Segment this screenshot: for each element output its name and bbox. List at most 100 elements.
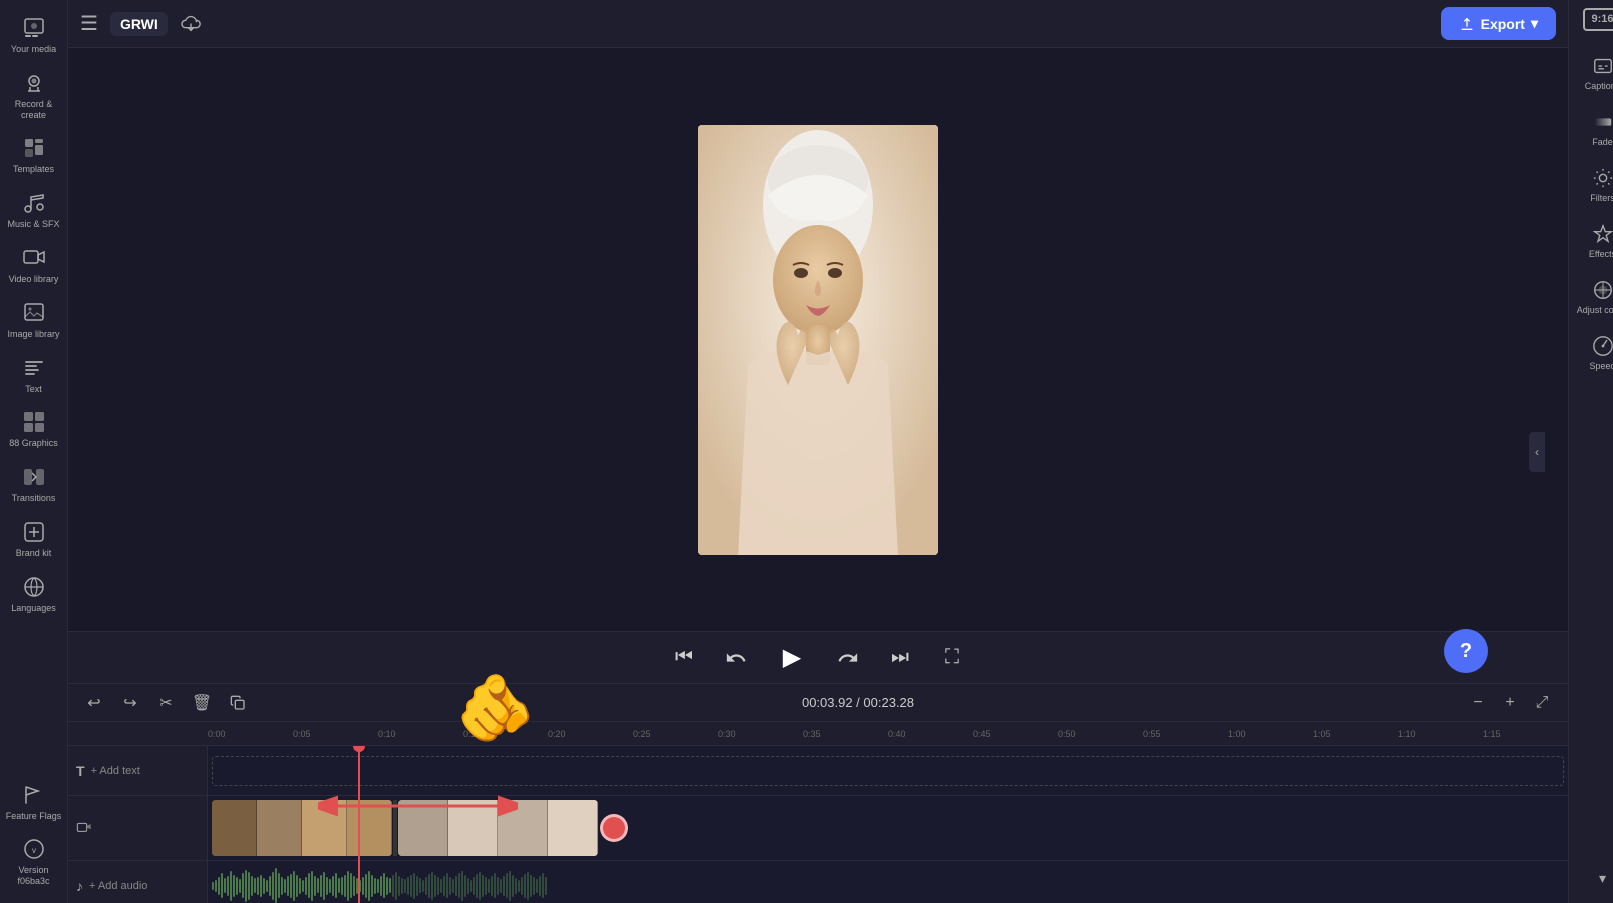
zoom-out-button[interactable]: − [1464, 689, 1492, 717]
sidebar-item-languages[interactable]: Languages [0, 567, 67, 622]
sidebar-item-brand-kit-label: Brand kit [16, 548, 52, 559]
sidebar-item-text[interactable]: Text [0, 348, 67, 403]
undo-button[interactable]: ↩ [80, 689, 108, 717]
redo-button[interactable]: ↪ [116, 689, 144, 717]
right-sidebar-item-adjust-colors[interactable]: Adjust colors [1569, 271, 1613, 323]
ruler-mark-11: 0:55 [1143, 729, 1228, 739]
video-clip-2[interactable] [398, 800, 598, 856]
right-sidebar-item-filters[interactable]: Filters [1569, 159, 1613, 211]
project-title[interactable]: GRWI [110, 12, 168, 36]
fade-icon [1592, 111, 1613, 133]
audio-track-content[interactable] [208, 861, 1568, 903]
audio-track-label: ♪ + Add audio [68, 861, 208, 903]
export-icon [1459, 16, 1475, 32]
sidebar-item-image-library[interactable]: Image library [0, 293, 67, 348]
sidebar-item-transitions-label: Transitions [12, 493, 56, 504]
sidebar-item-music[interactable]: Music & SFX [0, 183, 67, 238]
graphics-icon [22, 410, 46, 434]
forward-5s-button[interactable] [832, 642, 864, 674]
playback-controls: ⏮ ▶ ⏭ ⛶ [68, 631, 1568, 683]
media-icon [22, 16, 46, 40]
effects-label: Effects [1589, 249, 1613, 259]
sidebar-item-record-label: Record &create [15, 99, 53, 121]
hamburger-button[interactable]: ☰ [80, 11, 98, 36]
rewind-5s-button[interactable] [720, 642, 752, 674]
delete-button[interactable]: 🗑 [188, 689, 216, 717]
timeline-toolbar: ↩ ↪ ✂ 🗑 00:03.92 / 00:23.28 − + ⤢ [68, 684, 1568, 722]
video-track-label [68, 796, 208, 860]
adjust-colors-label: Adjust colors [1577, 305, 1613, 315]
music-icon [22, 191, 46, 215]
aspect-ratio-label: 9:16 [1591, 13, 1613, 25]
sidebar-item-video-library[interactable]: Video library [0, 238, 67, 293]
right-sidebar-collapse-btn[interactable]: ▾ [1599, 870, 1606, 887]
zoom-controls: − + ⤢ [1464, 689, 1556, 717]
right-sidebar-item-speed[interactable]: Speed [1569, 327, 1613, 379]
sidebar-item-image-library-label: Image library [7, 329, 59, 340]
right-sidebar-item-captions[interactable]: Captions [1569, 47, 1613, 99]
captions-icon [1592, 55, 1613, 77]
sidebar-item-music-label: Music & SFX [7, 219, 59, 230]
sidebar-item-text-label: Text [25, 384, 42, 395]
collapse-panel-button[interactable]: ‹ [1529, 432, 1545, 472]
playhead[interactable] [358, 746, 360, 903]
export-button[interactable]: Export ▾ [1441, 7, 1556, 40]
sidebar-item-languages-label: Languages [11, 603, 56, 614]
record-icon [22, 71, 46, 95]
clip-frames-2 [398, 800, 598, 856]
sidebar-item-transitions[interactable]: Transitions [0, 457, 67, 512]
audio-track-row: ♪ + Add audio [68, 861, 1568, 903]
frame-1-3 [302, 800, 347, 856]
left-sidebar: Your media Record &create Templates Musi… [0, 0, 68, 903]
cut-button[interactable]: ✂ [152, 689, 180, 717]
export-chevron: ▾ [1531, 15, 1538, 32]
rewind-icon [725, 647, 747, 669]
sidebar-item-brand-kit[interactable]: Brand kit [0, 512, 67, 567]
frame-2-2 [448, 800, 498, 856]
skip-start-button[interactable]: ⏮ [668, 642, 700, 674]
text-track-content[interactable] [208, 746, 1568, 795]
aspect-ratio-badge: 9:16 [1583, 8, 1613, 31]
sidebar-item-version[interactable]: v Versionf06ba3c [2, 829, 66, 895]
fullscreen-button[interactable]: ⛶ [936, 642, 968, 674]
ruler-mark-0: 0:00 [208, 729, 293, 739]
audio-track-add-label[interactable]: + Add audio [89, 880, 147, 892]
help-button[interactable]: ? [1444, 629, 1488, 673]
woman-figure-svg [698, 125, 938, 555]
clip-end-area [599, 800, 629, 856]
video-clip-1[interactable] [212, 800, 392, 856]
sidebar-item-record[interactable]: Record &create [0, 63, 67, 129]
ruler-mark-6: 0:30 [718, 729, 803, 739]
skip-end-button[interactable]: ⏭ [884, 642, 916, 674]
ruler-mark-14: 1:10 [1398, 729, 1483, 739]
video-track-content[interactable] [208, 796, 1568, 860]
frame-1-4 [347, 800, 392, 856]
clip-frames-1 [212, 800, 392, 856]
ruler-marks-container: 0:00 0:05 0:10 0:15 0:20 0:25 0:30 0:35 … [208, 729, 1568, 739]
play-button[interactable]: ▶ [772, 638, 812, 678]
duplicate-button[interactable] [224, 689, 252, 717]
ruler-mark-15: 1:15 [1483, 729, 1568, 739]
right-sidebar-item-effects[interactable]: Effects [1569, 215, 1613, 267]
sidebar-item-graphics[interactable]: 88 Graphics [0, 402, 67, 457]
text-track-label: T + Add text [68, 746, 208, 795]
video-track-icon [76, 820, 92, 836]
right-sidebar-item-fade[interactable]: Fade [1569, 103, 1613, 155]
frame-2-1 [398, 800, 448, 856]
sidebar-item-your-media[interactable]: Your media [0, 8, 67, 63]
zoom-in-button[interactable]: + [1496, 689, 1524, 717]
cloud-save-button[interactable] [180, 13, 202, 35]
sidebar-item-feature-flags[interactable]: Feature Flags [2, 775, 66, 830]
frame-1-2 [257, 800, 302, 856]
video-clips-container [208, 796, 1568, 860]
sidebar-item-graphics-label: 88 Graphics [9, 438, 58, 449]
ruler-mark-2: 0:10 [378, 729, 463, 739]
ruler-mark-8: 0:40 [888, 729, 973, 739]
fit-button[interactable]: ⤢ [1528, 689, 1556, 717]
sidebar-item-templates[interactable]: Templates [0, 128, 67, 183]
text-track-row: T + Add text [68, 746, 1568, 796]
ruler-mark-1: 0:05 [293, 729, 378, 739]
ruler-mark-12: 1:00 [1228, 729, 1313, 739]
text-track-add-label[interactable]: + Add text [91, 765, 140, 777]
captions-label: Captions [1585, 81, 1613, 91]
